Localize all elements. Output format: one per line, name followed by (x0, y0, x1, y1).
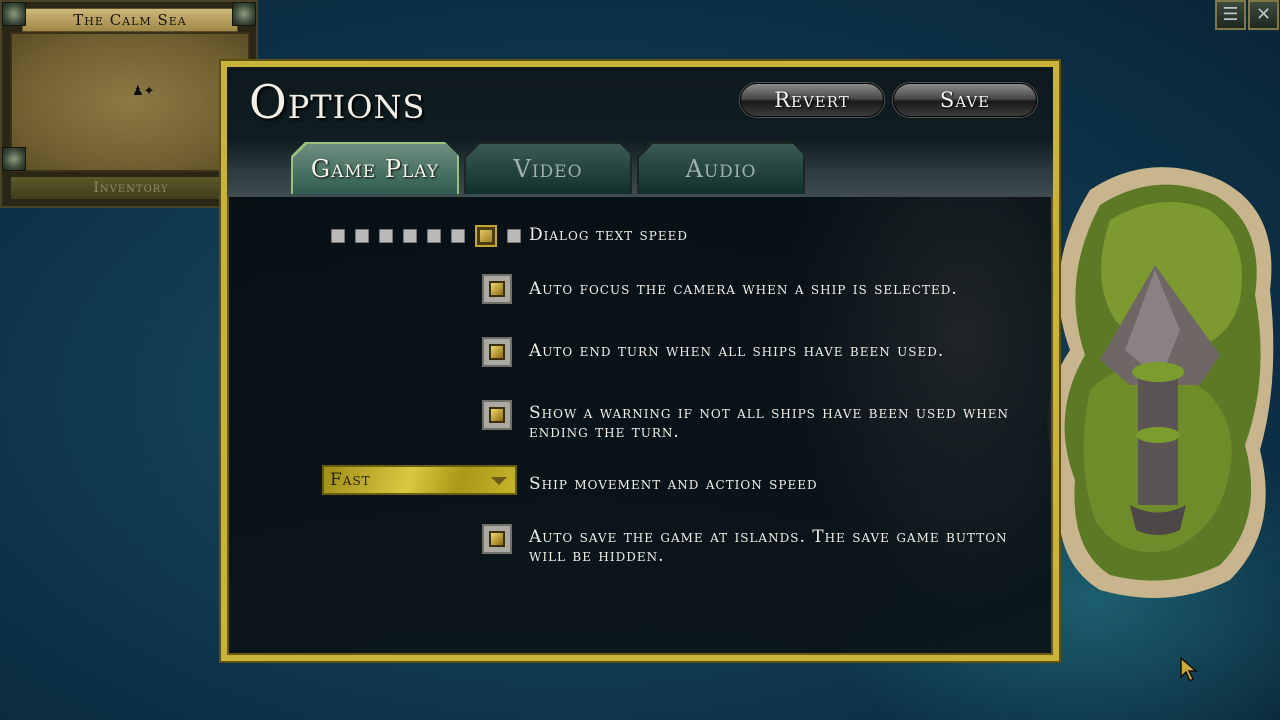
minimap: The Calm Sea ♟✦ Inventory (0, 0, 258, 208)
inventory-button[interactable]: Inventory (10, 176, 252, 200)
checkmark (489, 281, 505, 297)
island (1047, 167, 1274, 598)
show-warning-checkbox[interactable] (482, 400, 512, 430)
minimap-title: The Calm Sea (22, 8, 238, 32)
auto-end-turn-checkbox[interactable] (482, 337, 512, 367)
auto-end-turn-label: Auto end turn when all ships have been u… (529, 341, 945, 361)
ornament-icon (232, 2, 256, 26)
ship-markers-icon: ♟✦ (132, 84, 155, 99)
checkmark (489, 344, 505, 360)
save-button[interactable]: Save (893, 83, 1037, 117)
minimap-map[interactable]: ♟✦ (10, 32, 250, 172)
ship-speed-dropdown[interactable]: Fast (322, 465, 517, 495)
slider-step[interactable] (379, 229, 393, 243)
slider-step[interactable] (451, 229, 465, 243)
auto-save-label: Auto save the game at islands. The save … (529, 527, 1008, 566)
tab-audio[interactable]: Audio (639, 144, 803, 194)
list-icon: ☰ (1222, 4, 1239, 25)
auto-focus-checkbox[interactable] (482, 274, 512, 304)
slider-step[interactable] (403, 229, 417, 243)
ship-speed-label: Ship movement and action speed (529, 474, 818, 494)
slider-step[interactable] (507, 229, 521, 243)
close-button[interactable]: ✕ (1248, 0, 1279, 30)
auto-focus-label: Auto focus the camera when a ship is sel… (529, 279, 958, 299)
slider-thumb[interactable] (475, 225, 497, 247)
close-icon: ✕ (1255, 4, 1272, 25)
ornament-icon (2, 2, 26, 26)
show-warning-label: Show a warning if not all ships have bee… (529, 403, 1010, 442)
chevron-down-icon (491, 477, 507, 485)
tab-video[interactable]: Video (466, 144, 630, 194)
dialog-speed-slider[interactable] (331, 225, 521, 247)
slider-step[interactable] (355, 229, 369, 243)
mouse-cursor-icon (1180, 657, 1199, 683)
auto-save-checkbox[interactable] (482, 524, 512, 554)
dialog-speed-label: Dialog text speed (529, 225, 688, 245)
tab-game-play[interactable]: Game Play (293, 144, 457, 194)
revert-button[interactable]: Revert (740, 83, 884, 117)
slider-step[interactable] (427, 229, 441, 243)
options-panel: Options Revert Save Game Play Video Audi… (221, 61, 1059, 661)
slider-step[interactable] (331, 229, 345, 243)
menu-list-button[interactable]: ☰ (1215, 0, 1246, 30)
ship-speed-value: Fast (330, 470, 371, 490)
checkmark (489, 407, 505, 423)
ornament-icon (2, 147, 26, 171)
checkmark (489, 531, 505, 547)
page-title: Options (249, 75, 426, 129)
